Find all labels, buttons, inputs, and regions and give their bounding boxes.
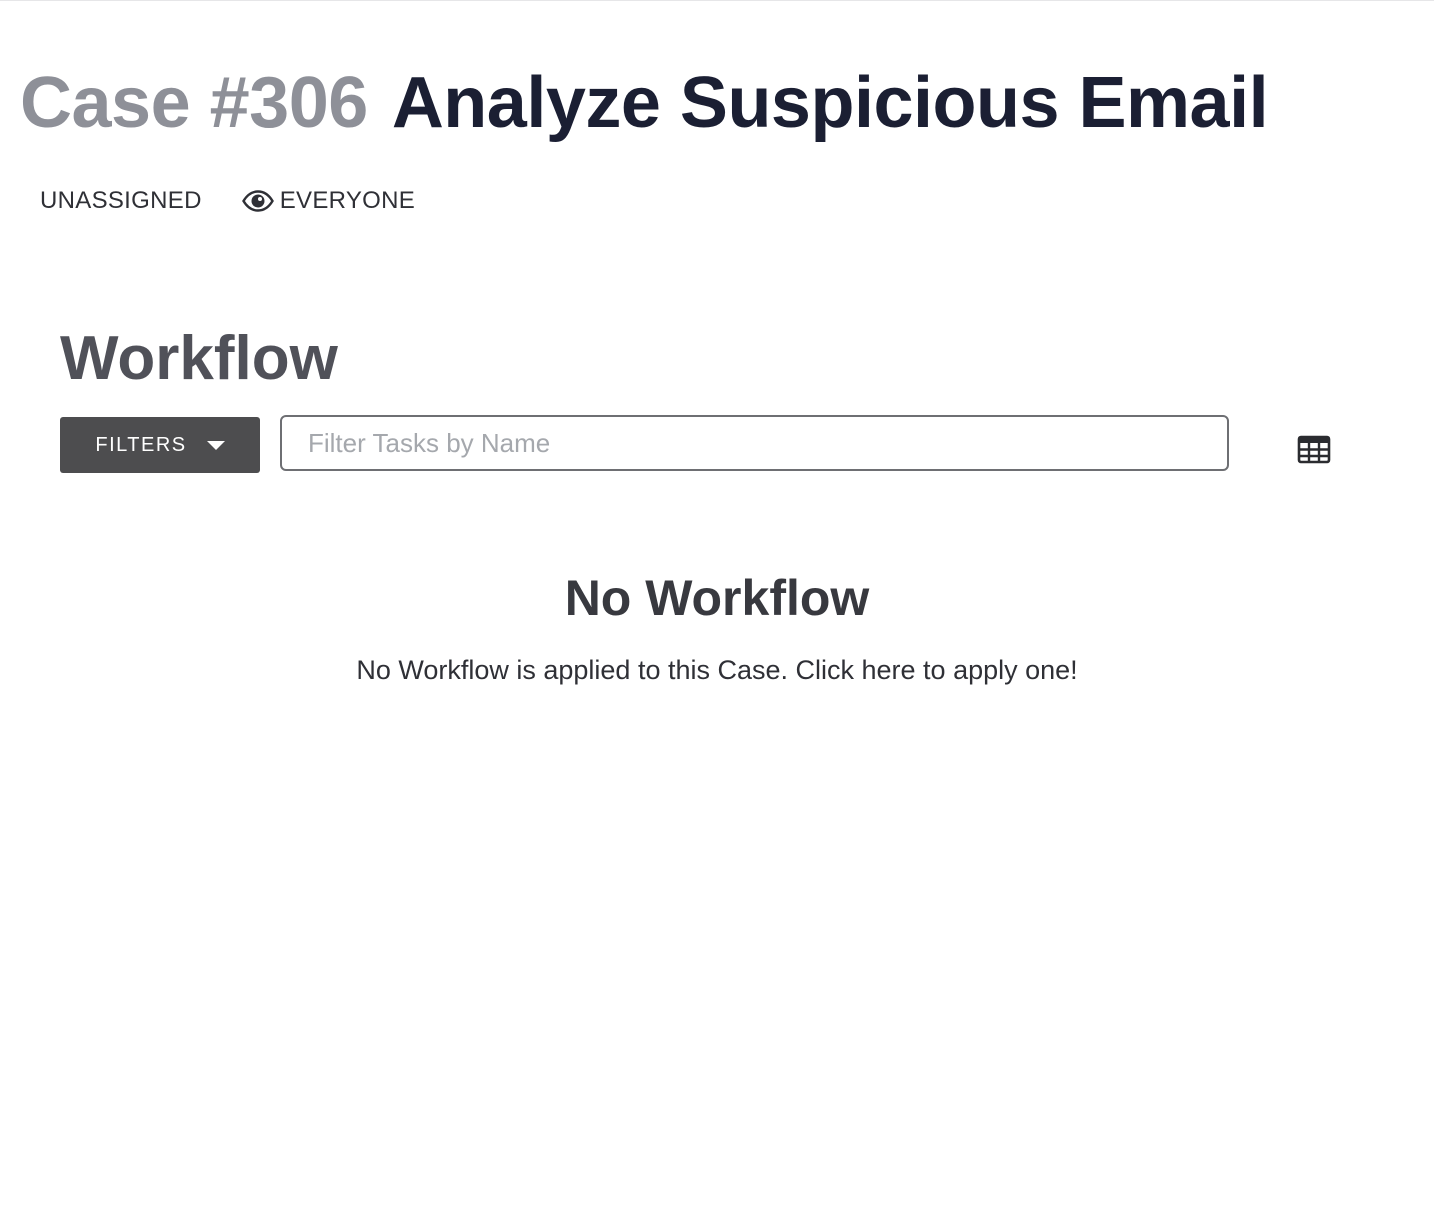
table-grid-icon[interactable] xyxy=(1296,435,1332,465)
workflow-heading: Workflow xyxy=(60,324,338,393)
eye-icon xyxy=(241,190,274,212)
case-meta: UNASSIGNED EVERYONE xyxy=(40,187,415,215)
filters-label: FILTERS xyxy=(95,433,187,456)
visibility-label: EVERYONE xyxy=(279,187,416,214)
empty-state: No Workflow No Workflow is applied to th… xyxy=(0,567,1434,687)
case-title: Analyze Suspicious Email xyxy=(391,63,1269,143)
visibility-selector[interactable]: EVERYONE xyxy=(241,187,416,215)
assignee-label[interactable]: UNASSIGNED xyxy=(40,187,202,215)
caret-down-icon xyxy=(206,440,225,450)
apply-workflow-link[interactable]: No Workflow is applied to this Case. Cli… xyxy=(0,653,1434,687)
empty-state-title: No Workflow xyxy=(564,570,870,626)
task-filter-input[interactable] xyxy=(280,415,1229,471)
case-number: Case #306 xyxy=(20,63,368,143)
case-page: Case #306 Analyze Suspicious Email UNASSI… xyxy=(0,0,1434,1216)
case-header: Case #306 Analyze Suspicious Email xyxy=(20,61,1269,145)
filters-button[interactable]: FILTERS xyxy=(60,417,260,473)
